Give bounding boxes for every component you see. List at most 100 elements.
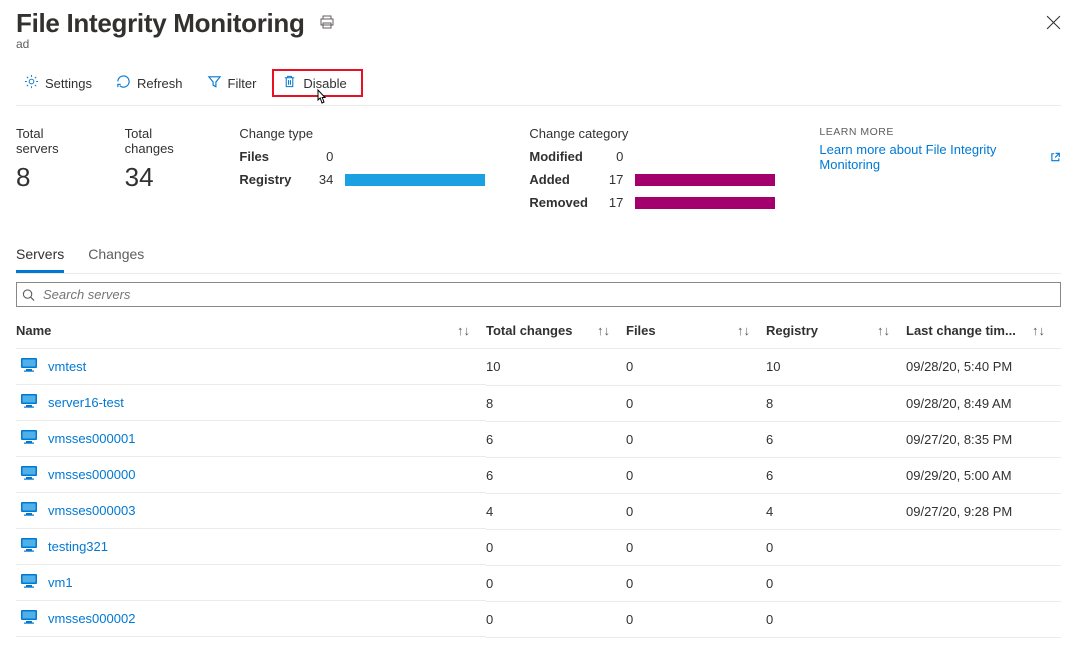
filter-button[interactable]: Filter [199, 70, 265, 96]
change-type-value: 34 [309, 172, 333, 187]
cell-last-change: 09/29/20, 5:00 AM [906, 457, 1061, 493]
table-row: vmsses00000060609/29/20, 5:00 AM [16, 457, 1061, 493]
refresh-icon [116, 74, 137, 92]
search-icon [22, 288, 35, 301]
change-type-name: Files [239, 149, 309, 164]
server-name-link[interactable]: vm1 [48, 575, 73, 590]
server-name-link[interactable]: vmsses000000 [48, 467, 135, 482]
trash-icon [282, 74, 303, 92]
server-name-link[interactable]: testing321 [48, 539, 108, 554]
cell-files: 0 [626, 385, 766, 421]
cell-last-change [906, 529, 1061, 565]
servers-table: Name↑↓ Total changes↑↓ Files↑↓ Registry↑… [16, 313, 1061, 638]
cell-total-changes: 10 [486, 349, 626, 386]
change-category-name: Modified [529, 149, 599, 164]
table-row: vmsses00000160609/27/20, 8:35 PM [16, 421, 1061, 457]
cell-last-change: 09/27/20, 8:35 PM [906, 421, 1061, 457]
cell-registry: 0 [766, 601, 906, 637]
cell-total-changes: 0 [486, 601, 626, 637]
cell-last-change: 09/28/20, 8:49 AM [906, 385, 1061, 421]
cell-files: 0 [626, 601, 766, 637]
change-type-row: Registry34 [239, 172, 489, 187]
cell-total-changes: 6 [486, 421, 626, 457]
table-row: vmtest1001009/28/20, 5:40 PM [16, 349, 1061, 386]
col-registry[interactable]: Registry↑↓ [766, 313, 906, 349]
close-icon[interactable] [1046, 15, 1061, 33]
table-row: vmsses000002000 [16, 601, 1061, 637]
change-type-label: Change type [239, 126, 489, 141]
server-name-link[interactable]: vmsses000001 [48, 431, 135, 446]
total-servers-value: 8 [16, 162, 85, 193]
cell-files: 0 [626, 493, 766, 529]
tab-changes[interactable]: Changes [88, 238, 144, 273]
col-name[interactable]: Name↑↓ [16, 313, 486, 349]
print-icon[interactable] [319, 14, 335, 33]
server-name-link[interactable]: vmtest [48, 359, 86, 374]
cell-last-change [906, 601, 1061, 637]
cell-total-changes: 8 [486, 385, 626, 421]
change-category-label: Change category [529, 126, 779, 141]
learn-more-link[interactable]: Learn more about File Integrity Monitori… [819, 142, 1061, 172]
page-title: File Integrity Monitoring [16, 8, 305, 39]
cell-registry: 4 [766, 493, 906, 529]
vm-icon [16, 465, 48, 484]
cell-total-changes: 0 [486, 529, 626, 565]
vm-icon [16, 573, 48, 592]
cell-files: 0 [626, 421, 766, 457]
total-servers-label: Total servers [16, 126, 85, 156]
change-category-row: Modified0 [529, 149, 779, 164]
cell-last-change: 09/27/20, 9:28 PM [906, 493, 1061, 529]
refresh-label: Refresh [137, 76, 183, 91]
sort-icon: ↑↓ [877, 323, 890, 338]
cell-total-changes: 6 [486, 457, 626, 493]
toolbar: Settings Refresh Filter Disable [16, 69, 1061, 106]
vm-icon [16, 393, 48, 412]
col-total-changes[interactable]: Total changes↑↓ [486, 313, 626, 349]
tab-servers[interactable]: Servers [16, 238, 64, 273]
change-type-value: 0 [309, 149, 333, 164]
change-category-row: Removed17 [529, 195, 779, 210]
server-name-link[interactable]: vmsses000002 [48, 611, 135, 626]
table-row: vm1000 [16, 565, 1061, 601]
cursor-icon [312, 88, 336, 111]
cell-files: 0 [626, 529, 766, 565]
filter-icon [207, 74, 228, 92]
vm-icon [16, 357, 48, 376]
total-changes-label: Total changes [125, 126, 200, 156]
learn-more-link-text: Learn more about File Integrity Monitori… [819, 142, 1043, 172]
cell-registry: 6 [766, 457, 906, 493]
filter-label: Filter [228, 76, 257, 91]
change-type-row: Files0 [239, 149, 489, 164]
cell-registry: 8 [766, 385, 906, 421]
settings-label: Settings [45, 76, 92, 91]
change-category-bar [635, 197, 775, 209]
col-files[interactable]: Files↑↓ [626, 313, 766, 349]
change-type-bar [345, 174, 485, 186]
external-link-icon [1050, 151, 1061, 163]
server-name-link[interactable]: server16-test [48, 395, 124, 410]
change-type-name: Registry [239, 172, 309, 187]
vm-icon [16, 537, 48, 556]
settings-button[interactable]: Settings [16, 70, 100, 96]
disable-button[interactable]: Disable [272, 69, 362, 97]
change-category-row: Added17 [529, 172, 779, 187]
cell-files: 0 [626, 457, 766, 493]
total-changes-value: 34 [125, 162, 200, 193]
table-row: vmsses00000340409/27/20, 9:28 PM [16, 493, 1061, 529]
tabs: Servers Changes [16, 238, 1061, 274]
cell-registry: 0 [766, 529, 906, 565]
server-name-link[interactable]: vmsses000003 [48, 503, 135, 518]
sort-icon: ↑↓ [457, 323, 470, 338]
cell-total-changes: 0 [486, 565, 626, 601]
search-input[interactable] [16, 282, 1061, 307]
cell-last-change: 09/28/20, 5:40 PM [906, 349, 1061, 386]
cell-last-change [906, 565, 1061, 601]
sort-icon: ↑↓ [737, 323, 750, 338]
refresh-button[interactable]: Refresh [108, 70, 191, 96]
cell-files: 0 [626, 349, 766, 386]
col-last-change[interactable]: Last change tim...↑↓ [906, 313, 1061, 349]
vm-icon [16, 429, 48, 448]
sort-icon: ↑↓ [597, 323, 610, 338]
change-category-name: Added [529, 172, 599, 187]
cell-files: 0 [626, 565, 766, 601]
